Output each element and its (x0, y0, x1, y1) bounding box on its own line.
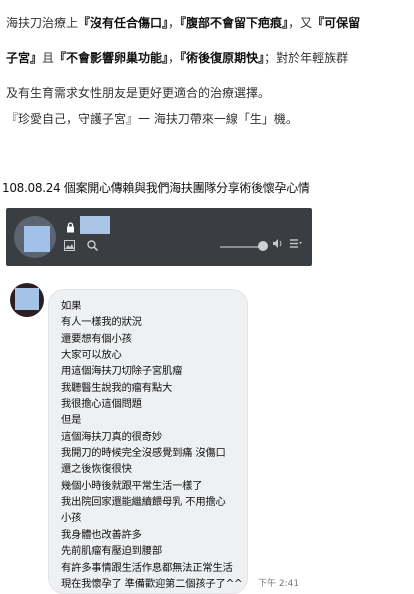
message-line: 大家可以放心 (61, 349, 122, 362)
bold-segment: 『可保留 (312, 16, 361, 30)
message-line: 用這個海扶刀切除子宮肌瘤 (61, 365, 183, 378)
volume-icon[interactable] (272, 238, 284, 252)
message-line: 有許多事情跟生活作息都無法正常生活 (61, 561, 233, 574)
menu-icon[interactable] (290, 238, 302, 252)
avatar-placeholder (15, 288, 39, 310)
message-timestamp: 下午 2:41 (258, 579, 300, 589)
message-line: 先前肌瘤有壓迫到腰部 (61, 545, 162, 558)
message-line: 我出院回家還能繼續餵母乳 不用擔心 (61, 496, 226, 509)
search-icon[interactable] (87, 240, 98, 254)
message-line: 但是 (61, 414, 82, 427)
bold-segment: 『沒有任合傷口』 (78, 16, 169, 30)
message-line: 如果 (61, 300, 82, 312)
text-segment: 海扶刀治療上 (6, 16, 79, 30)
text-segment: 且 (42, 51, 55, 65)
message-line: 我很擔心這個問題 (61, 398, 142, 411)
text-segment: ， (168, 51, 181, 65)
bold-segment: 『不會影響卵巢功能』 (54, 51, 169, 65)
message-line: 這個海扶刀真的很奇妙 (61, 430, 162, 443)
lock-icon (66, 222, 76, 233)
article-line-3: 及有生育需求女性朋友是更好更適合的治療選擇。 (6, 86, 271, 100)
message-line: 我聽醫生說我的瘤有點大 (61, 381, 173, 394)
message-line: 我開刀的時候完全沒感覺到痛 沒傷口 (61, 447, 226, 460)
message-line: 有人一樣我的狀況 (61, 316, 142, 329)
header-icon-group (64, 240, 106, 254)
avatar-placeholder (24, 226, 50, 252)
message-line: 還要想有個小孩 (61, 332, 132, 345)
bold-segment: 『腹部不會留下疤痕』 (180, 16, 289, 30)
gallery-icon[interactable] (64, 240, 79, 254)
sender-avatar[interactable] (10, 283, 44, 317)
message-line: 現在我懷孕了 準備歡迎第二個孩子了^^ (61, 577, 243, 590)
text-segment: ， (168, 16, 181, 30)
bold-segment: 『術後復原期快』 (180, 51, 265, 65)
volume-slider-knob[interactable] (258, 241, 268, 251)
text-segment: ，又 (288, 16, 313, 30)
contact-name-redacted (80, 216, 110, 234)
message-line: 幾個小時後就跟平常生活一樣了 (61, 479, 203, 492)
article-line-1: 海扶刀治療上『沒有任合傷口』，『腹部不會留下疤痕』，又『可保留 (6, 6, 410, 41)
bold-segment: 子宮』 (6, 51, 43, 65)
message-line: 還之後恢復很快 (61, 463, 132, 476)
message-line: 小孩 (61, 512, 82, 525)
text-segment: ；對於年輕族群 (264, 51, 349, 65)
chat-header (6, 208, 312, 266)
message-bubble[interactable]: 如果有人一樣我的狀況 還要想有個小孩 大家可以放心用這個海扶刀切除子宮肌瘤 我聽醫生說… (48, 289, 248, 594)
article-quote: 『珍愛自己，守護子宮』一 海扶刀帶來一線「生」機。 (6, 112, 298, 126)
article-line-2: 子宮』且『不會影響卵巢功能』，『術後復原期快』；對於年輕族群 (6, 41, 410, 76)
section-caption: 108.08.24 個案開心傳賴與我們海扶團隊分享術後懷孕心情 (2, 181, 310, 195)
chat-avatar[interactable] (14, 216, 56, 258)
message-line: 我身體也改善許多 (61, 528, 142, 541)
message-lines: 如果有人一樣我的狀況 還要想有個小孩 大家可以放心用這個海扶刀切除子宮肌瘤 我聽醫生說… (61, 298, 247, 592)
article-text: 海扶刀治療上『沒有任合傷口』，『腹部不會留下疤痕』，又『可保留 子宮』且『不會影… (6, 6, 410, 111)
